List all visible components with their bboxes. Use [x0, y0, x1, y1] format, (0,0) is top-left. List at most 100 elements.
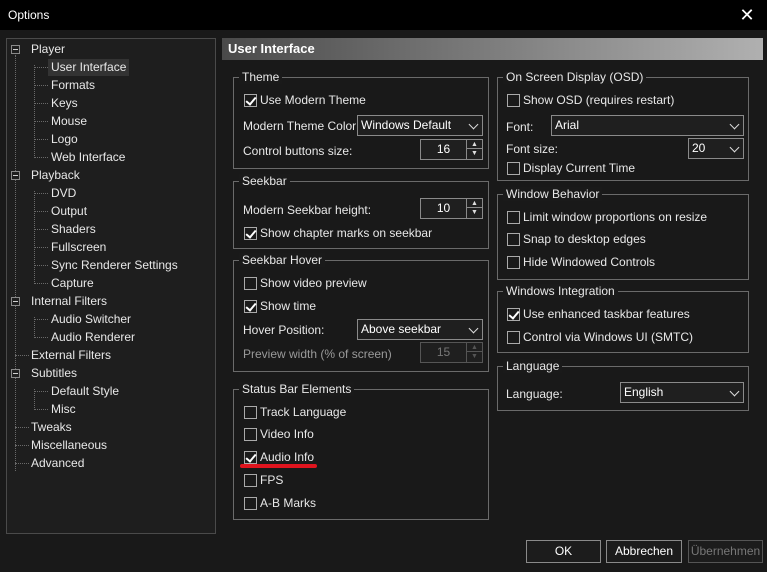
tree-item-external-filters[interactable]: External Filters — [31, 347, 111, 364]
seekbar-hover-group-title: Seekbar Hover — [239, 253, 326, 267]
cancel-button[interactable]: Abbrechen — [606, 540, 682, 563]
video-preview-checkbox[interactable] — [244, 277, 257, 290]
video-info-checkbox[interactable] — [244, 428, 257, 441]
page-header: User Interface — [222, 38, 763, 60]
show-time-checkbox[interactable] — [244, 300, 257, 313]
snap-edges-checkbox[interactable] — [507, 233, 520, 246]
tree-item-mouse[interactable]: Mouse — [51, 113, 87, 130]
tree-item-miscellaneous[interactable]: Miscellaneous — [31, 437, 107, 454]
tree-item-default-style[interactable]: Default Style — [51, 383, 119, 400]
smtc-checkbox[interactable] — [507, 331, 520, 344]
apply-button[interactable]: Übernehmen — [688, 540, 763, 563]
tree-item-audio-renderer[interactable]: Audio Renderer — [51, 329, 135, 346]
tree-item-formats[interactable]: Formats — [51, 77, 95, 94]
tree-item-output[interactable]: Output — [51, 203, 87, 220]
tree-item-advanced[interactable]: Advanced — [31, 455, 84, 472]
window-behavior-group: Window Behavior Limit window proportions… — [497, 187, 749, 280]
language-label: Language: — [506, 387, 563, 401]
seekbar-height-label: Modern Seekbar height: — [243, 203, 372, 217]
track-language-label: Track Language — [260, 405, 347, 419]
language-select[interactable]: English — [620, 382, 744, 403]
video-preview-label: Show video preview — [260, 276, 367, 290]
tree-item-tweaks[interactable]: Tweaks — [31, 419, 72, 436]
seekbar-height-value: 10 — [436, 201, 451, 215]
spin-down-icon[interactable]: ▼ — [467, 149, 482, 158]
osd-font-size-select[interactable]: 20 — [688, 138, 744, 159]
ok-button[interactable]: OK — [526, 540, 601, 563]
preview-width-stepper[interactable]: 15 ▲ ▼ — [420, 342, 483, 363]
tree-item-fullscreen[interactable]: Fullscreen — [51, 239, 106, 256]
osd-font-select[interactable]: Arial — [551, 115, 744, 136]
seekbar-height-stepper[interactable]: 10 ▲ ▼ — [420, 198, 483, 219]
tree-item-logo[interactable]: Logo — [51, 131, 78, 148]
tree-item-shaders[interactable]: Shaders — [51, 221, 96, 238]
language-value: English — [624, 385, 664, 399]
audio-info-label: Audio Info — [260, 450, 315, 464]
windows-integration-group: Windows Integration Use enhanced taskbar… — [497, 284, 749, 353]
hover-position-label: Hover Position: — [243, 323, 325, 337]
taskbar-features-label: Use enhanced taskbar features — [523, 307, 690, 321]
chapter-marks-checkbox[interactable] — [244, 227, 257, 240]
taskbar-features-checkbox[interactable] — [507, 308, 520, 321]
tree-item-misc[interactable]: Misc — [51, 401, 76, 418]
status-bar-group: Status Bar Elements Track Language Video… — [233, 382, 489, 520]
page-title: User Interface — [228, 41, 315, 56]
osd-group: On Screen Display (OSD) Show OSD (requir… — [497, 70, 749, 181]
tree-item-audio-switcher[interactable]: Audio Switcher — [51, 311, 131, 328]
audio-info-checkbox[interactable] — [244, 451, 257, 464]
limit-proportions-label: Limit window proportions on resize — [523, 210, 708, 224]
use-modern-theme-checkbox[interactable] — [244, 94, 257, 107]
language-group-title: Language — [503, 359, 563, 373]
seekbar-hover-group: Seekbar Hover Show video preview Show ti… — [233, 253, 489, 372]
spin-down-icon[interactable]: ▼ — [467, 208, 482, 217]
spin-down-icon[interactable]: ▼ — [467, 352, 482, 361]
show-osd-label: Show OSD (requires restart) — [523, 93, 675, 107]
ab-marks-label: A-B Marks — [260, 496, 317, 510]
hover-position-select[interactable]: Above seekbar — [357, 319, 483, 340]
track-language-checkbox[interactable] — [244, 406, 257, 419]
spin-up-icon[interactable]: ▲ — [467, 343, 482, 352]
limit-proportions-checkbox[interactable] — [507, 211, 520, 224]
tree-item-playback[interactable]: Playback — [31, 167, 80, 184]
close-icon[interactable]: ✕ — [727, 0, 767, 30]
buttons-size-label: Control buttons size: — [243, 144, 353, 158]
fps-label: FPS — [260, 473, 284, 487]
tree-item-sync-renderer-settings[interactable]: Sync Renderer Settings — [51, 257, 178, 274]
window-behavior-group-title: Window Behavior — [503, 187, 603, 201]
use-modern-theme-label: Use Modern Theme — [260, 93, 366, 107]
buttons-size-stepper[interactable]: 16 ▲ ▼ — [420, 139, 483, 160]
tree-item-web-interface[interactable]: Web Interface — [51, 149, 125, 166]
preview-width-value: 15 — [436, 345, 451, 359]
buttons-size-value: 16 — [436, 142, 451, 156]
ab-marks-checkbox[interactable] — [244, 497, 257, 510]
spin-up-icon[interactable]: ▲ — [467, 199, 482, 208]
tree-item-keys[interactable]: Keys — [51, 95, 78, 112]
osd-font-size-label: Font size: — [506, 142, 559, 156]
tree-item-capture[interactable]: Capture — [51, 275, 94, 292]
tree-item-dvd[interactable]: DVD — [51, 185, 76, 202]
smtc-label: Control via Windows UI (SMTC) — [523, 330, 694, 344]
tree-item-subtitles[interactable]: Subtitles — [31, 365, 77, 382]
snap-edges-label: Snap to desktop edges — [523, 232, 646, 246]
theme-color-select[interactable]: Windows Default — [357, 115, 483, 136]
display-time-checkbox[interactable] — [507, 162, 520, 175]
collapse-internal-filters-icon[interactable] — [11, 297, 20, 306]
show-osd-checkbox[interactable] — [507, 94, 520, 107]
fps-checkbox[interactable] — [244, 474, 257, 487]
preview-width-label: Preview width (% of screen) — [243, 347, 392, 361]
chapter-marks-label: Show chapter marks on seekbar — [260, 226, 433, 240]
tree-item-user-interface[interactable]: User Interface — [48, 59, 130, 76]
seekbar-group-title: Seekbar — [239, 174, 290, 188]
options-tree[interactable]: Player User Interface Formats Keys Mouse… — [6, 38, 216, 534]
collapse-playback-icon[interactable] — [11, 171, 20, 180]
spin-up-icon[interactable]: ▲ — [467, 140, 482, 149]
collapse-subtitles-icon[interactable] — [11, 369, 20, 378]
red-underline-annotation — [240, 464, 317, 468]
collapse-player-icon[interactable] — [11, 45, 20, 54]
hide-controls-checkbox[interactable] — [507, 256, 520, 269]
tree-item-player[interactable]: Player — [31, 41, 65, 58]
osd-group-title: On Screen Display (OSD) — [503, 70, 647, 84]
chevron-down-icon — [729, 119, 740, 130]
chevron-down-icon — [468, 323, 479, 334]
tree-item-internal-filters[interactable]: Internal Filters — [31, 293, 107, 310]
